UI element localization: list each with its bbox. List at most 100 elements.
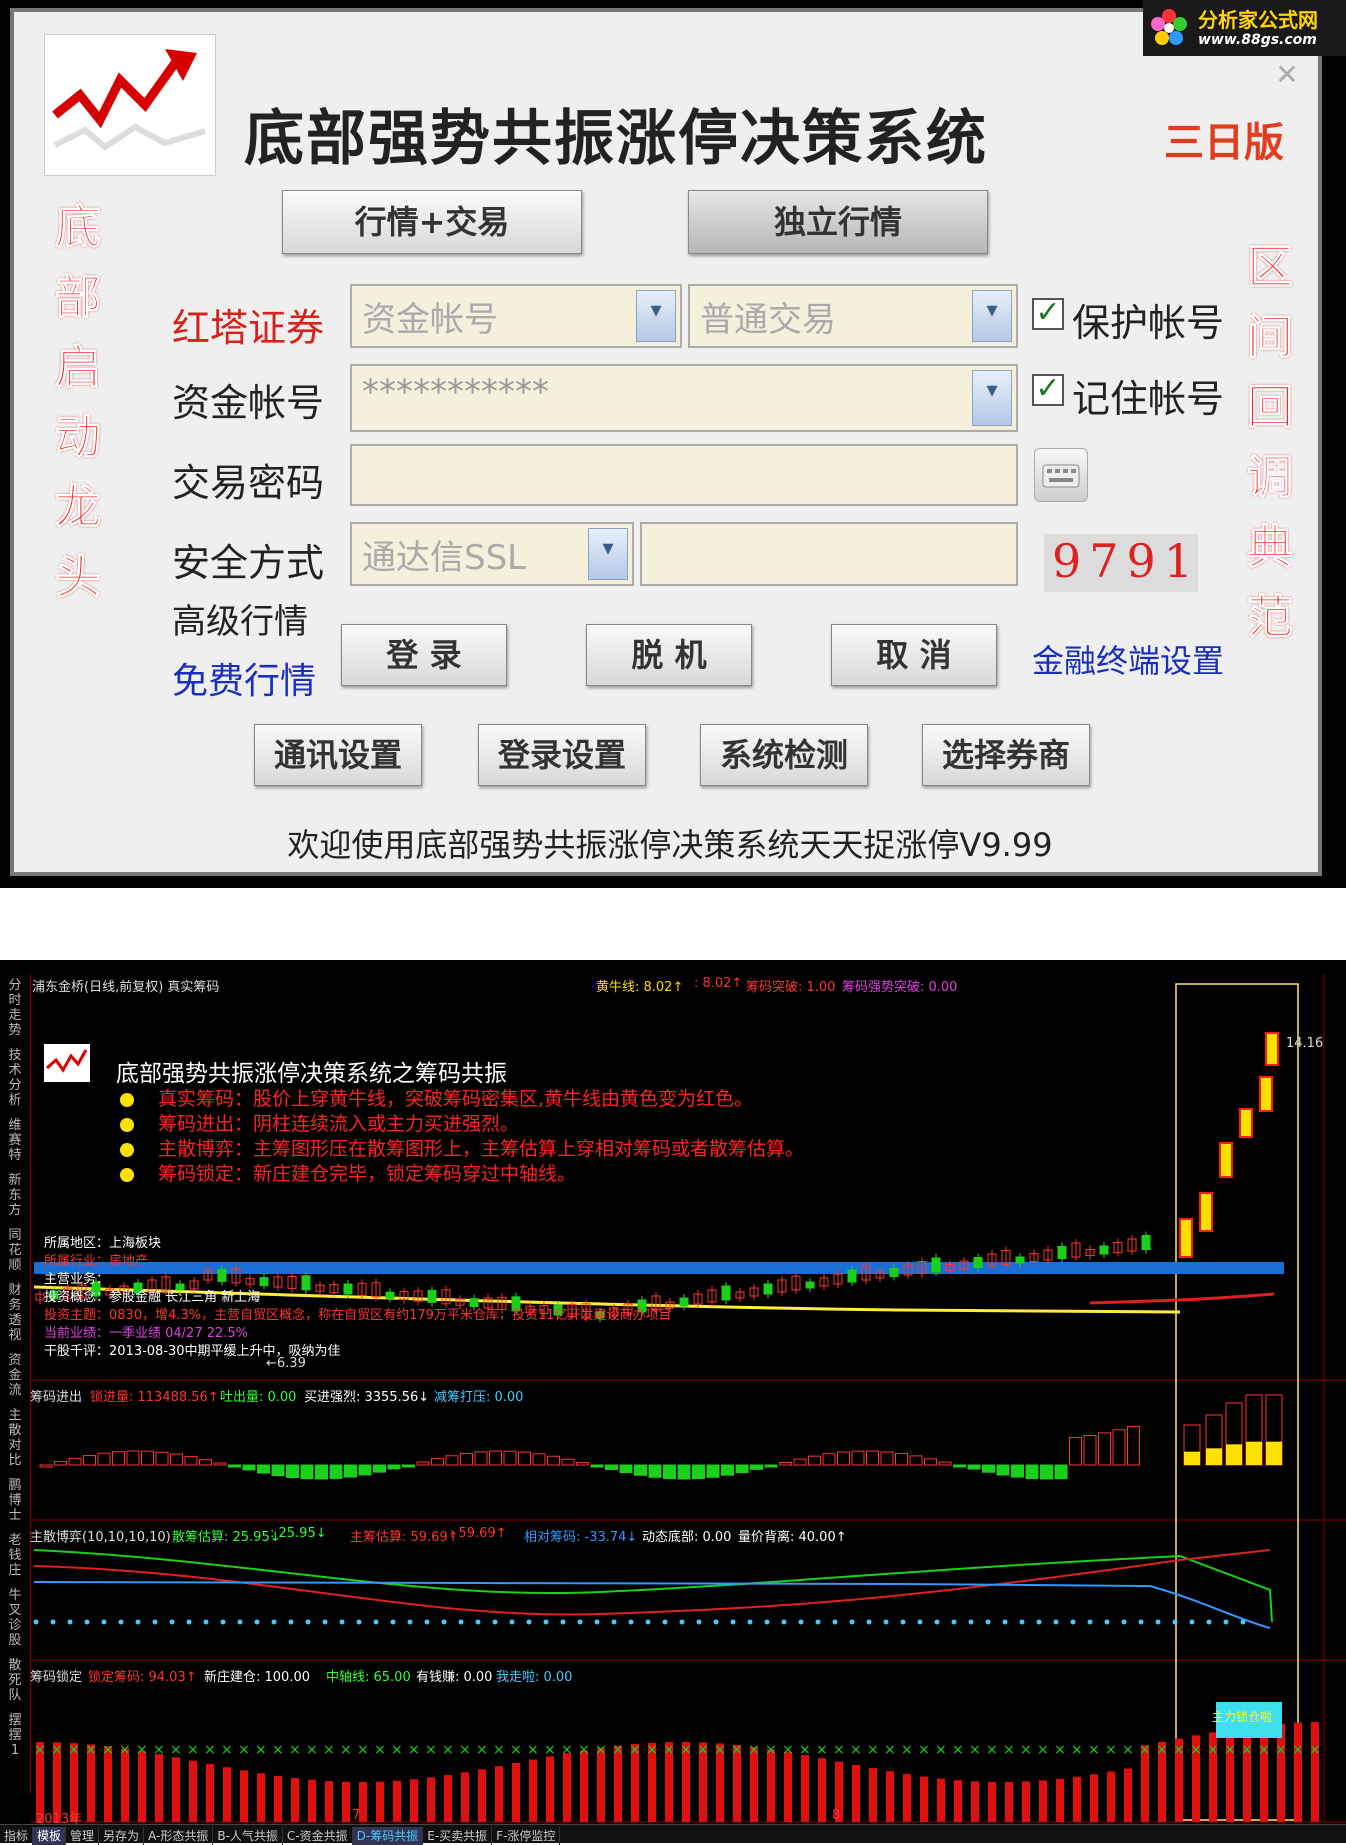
panel1-bar	[764, 1464, 778, 1468]
chevron-down-icon[interactable]: ▾	[636, 290, 676, 342]
terminal-settings-link[interactable]: 金融终端设置	[1032, 636, 1224, 682]
trade-type-select[interactable]: 普通交易 ▾	[688, 284, 1018, 348]
panel1-bar	[97, 1452, 111, 1466]
panel3-marker: ×	[510, 1742, 522, 1758]
system-check-button[interactable]: 系统检测	[700, 724, 868, 786]
panel1-bar	[547, 1455, 560, 1466]
bottom-tab-2[interactable]: 管理	[66, 1827, 100, 1845]
close-icon[interactable]: ✕	[1269, 58, 1305, 91]
panel3-marker: ×	[323, 1742, 335, 1758]
panel2-dot	[322, 1619, 328, 1625]
panel3-bar	[1311, 1722, 1319, 1822]
panel3-bar	[750, 1746, 758, 1822]
keyboard-icon[interactable]	[1034, 448, 1088, 502]
bottom-tab-7[interactable]: D-筹码共振	[352, 1827, 424, 1845]
panel3-marker: ×	[765, 1742, 777, 1758]
bottom-tab-1[interactable]: 模板	[33, 1827, 67, 1845]
panel3-bar	[1124, 1768, 1132, 1822]
bottom-tab-6[interactable]: C-资金共振	[283, 1827, 353, 1845]
quote-trade-button[interactable]: 行情+交易	[282, 190, 582, 254]
panel3-marker: ×	[782, 1742, 794, 1758]
login-button[interactable]: 登 录	[341, 624, 507, 686]
panel1-bar	[170, 1453, 183, 1466]
panel3-bar	[1056, 1778, 1064, 1822]
chevron-down-icon[interactable]: ▾	[588, 528, 628, 580]
panel3-marker: ×	[1071, 1742, 1083, 1758]
panel1-bar	[1040, 1464, 1053, 1480]
panel2-dot	[390, 1619, 396, 1625]
remember-account-checkbox[interactable]: ✓	[1032, 374, 1064, 406]
panel3-bar	[1039, 1780, 1047, 1822]
security-label: 安全方式	[172, 541, 325, 585]
free-quote-link[interactable]: 免费行情	[172, 652, 316, 704]
panel3-marker: ×	[918, 1742, 930, 1758]
trade-type-value: 普通交易	[700, 300, 836, 340]
bottom-tab-9[interactable]: F-涨停监控	[492, 1827, 561, 1845]
captcha-input[interactable]	[640, 522, 1018, 586]
panel2-dot	[441, 1619, 447, 1625]
panel3-marker: ×	[1190, 1742, 1202, 1758]
panel3-bar	[495, 1766, 503, 1822]
panel1-bar	[184, 1456, 198, 1466]
bottom-tab-4[interactable]: A-形态共振	[144, 1827, 214, 1845]
panel3-bar	[410, 1779, 418, 1822]
info-theme: 投资主题：0830，增4.3%，主营自贸区概念，称在自贸区有约179万平米仓库，…	[44, 1308, 672, 1323]
panel3-marker: ×	[1020, 1742, 1032, 1758]
panel1-bar	[677, 1464, 691, 1480]
protect-account-checkbox[interactable]: ✓	[1032, 298, 1064, 330]
panel3-marker: ×	[680, 1742, 692, 1758]
candle-body	[847, 1269, 857, 1283]
captcha-image[interactable]: 9791	[1044, 534, 1198, 592]
standalone-quote-button[interactable]: 独立行情	[688, 190, 988, 254]
panel1-bar	[1069, 1436, 1082, 1466]
panel2-dot	[543, 1619, 549, 1625]
panel1-bar	[460, 1452, 473, 1466]
panel2-dot	[288, 1619, 294, 1625]
candle-body	[679, 1297, 689, 1307]
panel3-marker: ×	[697, 1742, 709, 1758]
panel3-bar	[512, 1762, 520, 1822]
panel1-bar	[1083, 1435, 1097, 1466]
panel1-bar	[1025, 1464, 1039, 1479]
panel3-bar	[563, 1753, 571, 1822]
panel1-title: 筹码进出	[30, 1390, 83, 1405]
overlay-logo-icon	[44, 1044, 90, 1082]
panel1-bar	[503, 1450, 517, 1466]
candle-body	[427, 1289, 437, 1303]
cancel-button[interactable]: 取 消	[831, 624, 997, 686]
offline-button[interactable]: 脱 机	[586, 624, 752, 686]
chevron-down-icon[interactable]: ▾	[972, 290, 1012, 342]
bottom-tab-8[interactable]: E-买卖共振	[423, 1827, 493, 1845]
panel1-bar	[648, 1464, 662, 1478]
password-input[interactable]	[350, 444, 1018, 506]
panel3-bar	[767, 1749, 775, 1822]
select-broker-button[interactable]: 选择券商	[922, 724, 1090, 786]
comm-settings-button[interactable]: 通讯设置	[254, 724, 422, 786]
panel1-bar	[271, 1464, 285, 1477]
panel2-dot	[628, 1619, 634, 1625]
panel1-bar	[619, 1464, 633, 1474]
security-select[interactable]: 通达信SSL ▾	[350, 522, 634, 586]
bullet-3: 主散博弈：主筹图形压在散筹图形上，主筹估算上穿相对筹码或者散筹估算。	[120, 1134, 804, 1161]
panel3-bar	[155, 1754, 163, 1822]
panel2-dot	[747, 1619, 753, 1625]
panel1-bar	[199, 1459, 212, 1466]
bottom-tab-0[interactable]: 指标	[0, 1827, 34, 1845]
account-label: 资金帐号	[172, 381, 325, 425]
account-input[interactable]: *********** ▾	[350, 364, 1018, 432]
panel2-dot	[1240, 1619, 1246, 1625]
chevron-down-icon[interactable]: ▾	[972, 370, 1012, 426]
panel2-dot	[832, 1619, 838, 1625]
bottom-tab-3[interactable]: 另存为	[99, 1827, 145, 1845]
panel1-bar	[474, 1451, 488, 1466]
panel1-bar	[1098, 1432, 1111, 1466]
bottom-tab-5[interactable]: B-人气共振	[213, 1827, 283, 1845]
panel1-bar	[750, 1464, 763, 1470]
panel3-bar	[1294, 1722, 1302, 1822]
panel3-marker: ×	[1122, 1742, 1134, 1758]
panel3-marker: ×	[85, 1742, 97, 1758]
login-settings-button[interactable]: 登录设置	[478, 724, 646, 786]
panel3-marker: ×	[289, 1742, 301, 1758]
account-type-select[interactable]: 资金帐号 ▾	[350, 284, 682, 348]
panel1-rally-fill-2	[1226, 1444, 1242, 1465]
